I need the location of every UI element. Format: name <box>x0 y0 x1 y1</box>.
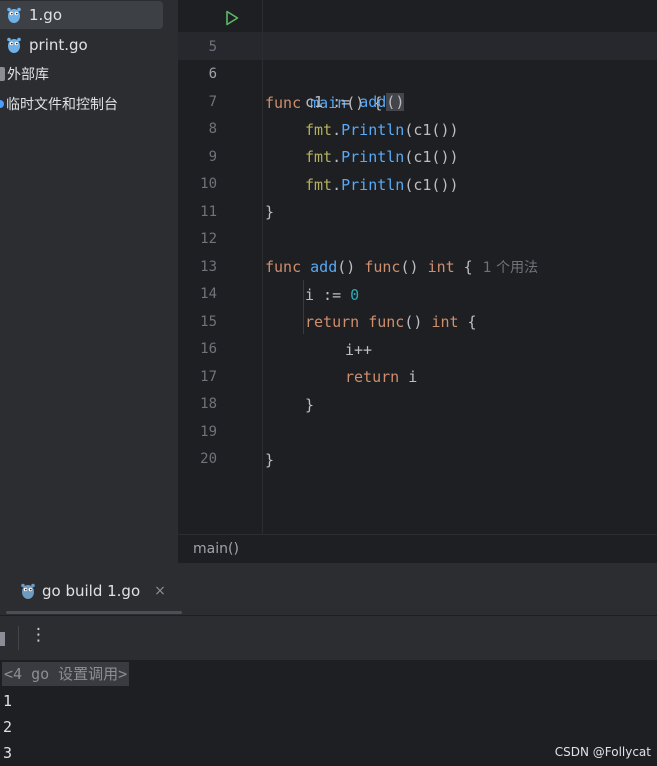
file-name: print.go <box>29 36 88 54</box>
code-text: } <box>265 451 275 469</box>
active-tab-indicator <box>6 611 182 614</box>
file-name: 1.go <box>29 6 63 24</box>
code-line[interactable]: 13 i := 0 <box>178 225 657 304</box>
command-line-folded[interactable]: <4 go 设置调用> <box>2 662 130 686</box>
file-node-1-go[interactable]: 1.go <box>0 1 163 29</box>
scratches-icon <box>0 100 4 108</box>
code-line[interactable]: 8 fmt.Println(c1()) <box>178 87 657 166</box>
scratches-node[interactable]: 临时文件和控制台 <box>0 90 118 118</box>
code-line[interactable]: 14 return func() int { <box>178 252 657 331</box>
gopher-icon <box>21 583 35 599</box>
code-line[interactable]: 16 return i <box>178 307 657 386</box>
code-line[interactable]: 19 } <box>178 390 657 469</box>
code-line[interactable]: 10 } <box>178 142 657 221</box>
run-tab-label: go build 1.go <box>42 582 141 600</box>
code-line[interactable]: 17 } <box>178 335 657 414</box>
run-toolbar: ⋮ <box>0 615 657 660</box>
code-editor[interactable]: 5 func main() { 6 c1 := add() 7 fmt.Prin… <box>178 0 657 534</box>
output-line: 1 <box>3 692 13 710</box>
code-line[interactable]: 20 <box>178 417 657 467</box>
close-icon[interactable]: × <box>154 583 166 599</box>
node-label: 外部库 <box>7 67 49 83</box>
code-line[interactable]: 18 <box>178 362 657 412</box>
code-line[interactable]: 11 <box>178 170 657 220</box>
file-node-print-go[interactable]: print.go <box>6 31 88 59</box>
code-line[interactable]: 5 func main() { <box>178 5 657 112</box>
gopher-icon <box>7 7 21 23</box>
code-line[interactable]: 6 c1 := add() <box>178 32 657 111</box>
code-line[interactable]: 12 func add() func() int {1 个用法 <box>178 197 657 276</box>
external-libraries-node[interactable]: 外部库 <box>0 60 49 88</box>
stop-icon[interactable] <box>0 632 5 646</box>
run-tool-window-header: go build 1.go × <box>0 563 657 615</box>
code-line[interactable]: 7 fmt.Println(c1()) <box>178 60 657 139</box>
toolbar-divider <box>18 626 19 650</box>
watermark: CSDN @Follycat <box>554 745 651 759</box>
code-line[interactable]: 15 i++ <box>178 280 657 359</box>
run-gutter-icon[interactable] <box>225 10 239 26</box>
project-panel: 1.go print.go 外部库 临时文件和控制台 <box>0 0 178 563</box>
breadcrumb[interactable]: main() <box>193 541 239 557</box>
output-line: 2 <box>3 718 13 736</box>
node-label: 临时文件和控制台 <box>6 97 118 113</box>
breadcrumb-bar: main() <box>178 534 657 563</box>
more-actions-icon[interactable]: ⋮ <box>30 625 47 645</box>
library-icon <box>0 67 5 81</box>
output-line: 3 <box>3 744 13 762</box>
line-number: 20 <box>200 451 217 467</box>
gopher-icon <box>7 37 21 53</box>
console-output[interactable]: <4 go 设置调用> 1 2 3 CSDN @Follycat <box>0 660 657 766</box>
run-tab[interactable]: go build 1.go × <box>20 579 166 603</box>
code-line[interactable]: 9 fmt.Println(c1()) <box>178 115 657 194</box>
